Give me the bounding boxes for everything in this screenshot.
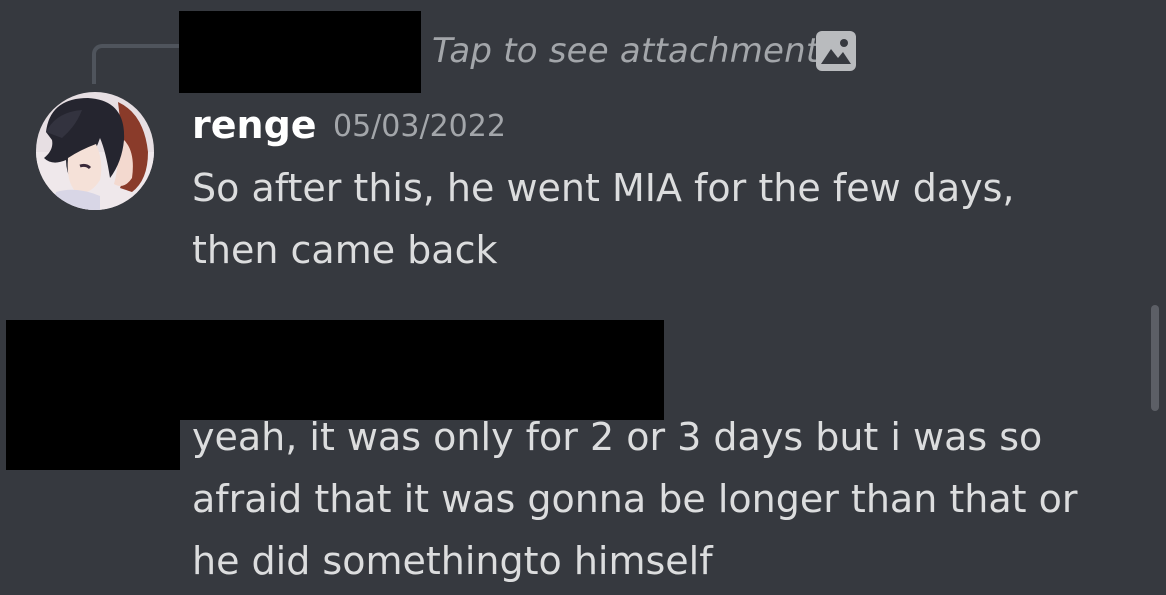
message-line: So after this, he went MIA for the few d… [192, 166, 1015, 210]
message-line: he did somethingto himself [192, 539, 713, 583]
timestamp: 05/03/2022 [333, 109, 506, 144]
redacted-author-header [6, 320, 664, 420]
reply-connector [92, 44, 182, 84]
scrollbar[interactable] [1151, 305, 1159, 411]
avatar[interactable] [36, 92, 154, 210]
redacted-reply-author [179, 11, 421, 93]
reply-preview-text[interactable]: Tap to see attachment [432, 28, 819, 74]
chat-view: Tap to see attachment renge 05/03/2022 S… [0, 0, 1166, 595]
redacted-author-avatar [6, 410, 180, 470]
message-line: then came back [192, 228, 498, 272]
image-icon [816, 31, 856, 71]
username[interactable]: renge [192, 100, 317, 150]
message-line: afraid that it was gonna be longer than … [192, 477, 1078, 521]
